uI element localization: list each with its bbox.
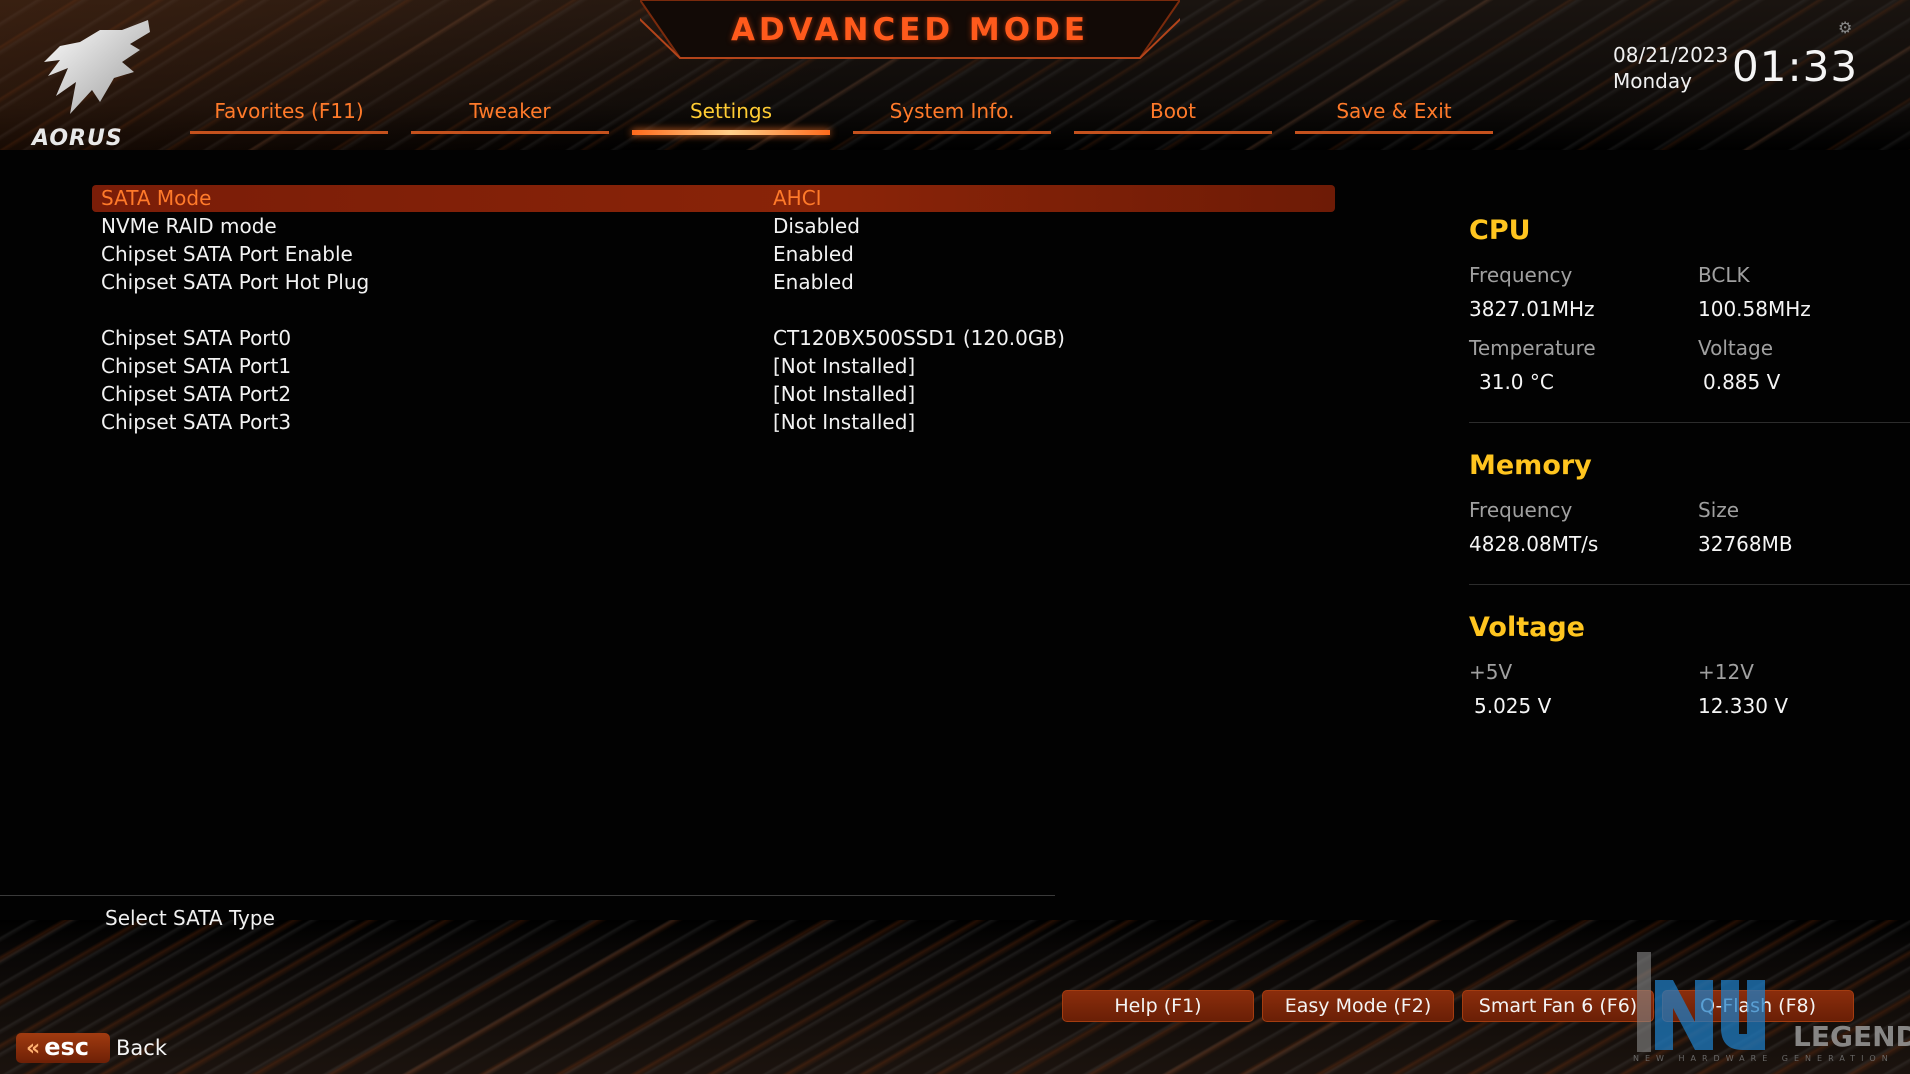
date-text: 08/21/2023 [1613,43,1729,67]
help-divider [0,895,1055,896]
v12-value: 12.330 V [1698,694,1789,718]
setting-value: Disabled [773,214,860,238]
v5-value: 5.025 V [1474,694,1552,718]
tab-underline [411,131,609,134]
cpu-temperature-label: Temperature [1469,336,1596,360]
watermark-text: LEGEND [1793,1020,1910,1053]
tab-favorites[interactable]: Favorites (F11) [190,96,388,136]
tab-label: Save & Exit [1336,99,1452,123]
setting-value: [Not Installed] [773,354,916,378]
tab-label: Favorites (F11) [214,99,364,123]
esc-label: esc [44,1033,90,1061]
setting-label: Chipset SATA Port Enable [101,242,353,266]
setting-sata-port2: Chipset SATA Port2 [Not Installed] [92,381,1335,408]
panel-separator [1469,422,1910,423]
tab-underline [1074,131,1272,134]
eagle-icon [44,20,150,114]
voltage-title: Voltage [1469,612,1585,643]
memory-frequency-label: Frequency [1469,498,1573,522]
cpu-voltage-label: Voltage [1698,336,1774,360]
easy-mode-button[interactable]: Easy Mode (F2) [1262,990,1454,1022]
setting-label: NVMe RAID mode [101,214,277,238]
setting-label: SATA Mode [101,186,212,210]
aorus-logo: AORUS [30,16,160,151]
memory-size-label: Size [1698,498,1740,522]
panel-separator [1469,584,1910,585]
day-text: Monday [1613,69,1692,93]
setting-value: Enabled [773,270,854,294]
cpu-temperature-value: 31.0 °C [1479,370,1554,394]
tab-underline [632,130,830,135]
back-label: Back [116,1036,167,1060]
tab-settings[interactable]: Settings [632,96,830,136]
memory-frequency-value: 4828.08MT/s [1469,532,1599,556]
tab-label: Settings [689,99,773,123]
setting-label: Chipset SATA Port0 [101,326,292,350]
setting-sata-port-enable[interactable]: Chipset SATA Port Enable Enabled [92,241,1335,268]
setting-sata-port-hot-plug[interactable]: Chipset SATA Port Hot Plug Enabled [92,269,1335,296]
setting-value: [Not Installed] [773,382,916,406]
tab-label: Tweaker [469,99,551,123]
smart-fan-button[interactable]: Smart Fan 6 (F6) [1462,990,1654,1022]
title-banner: ADVANCED MODE [640,0,1180,62]
bios-screen: ADVANCED MODE AORUS 08/21/2023 Monday 01… [0,0,1910,1074]
cpu-frequency-value: 3827.01MHz [1469,297,1595,321]
cpu-frequency-label: Frequency [1469,263,1573,287]
setting-sata-mode[interactable]: SATA Mode AHCI [92,185,1335,212]
help-description: Select SATA Type [105,906,275,930]
setting-sata-port3: Chipset SATA Port3 [Not Installed] [92,409,1335,436]
tab-label: Boot [1149,99,1197,123]
gear-icon[interactable]: ⚙ [1838,18,1852,37]
tab-underline [1295,131,1493,134]
cpu-bclk-label: BCLK [1698,263,1750,287]
v12-label: +12V [1698,660,1754,684]
memory-size-value: 32768MB [1698,532,1793,556]
v5-label: +5V [1469,660,1513,684]
setting-sata-port1: Chipset SATA Port1 [Not Installed] [92,353,1335,380]
clock: 01:33 [1732,42,1859,91]
double-chevron-left-icon: « [26,1036,41,1061]
tab-boot[interactable]: Boot [1074,96,1272,136]
cpu-voltage-value: 0.885 V [1703,370,1781,394]
setting-value: Enabled [773,242,854,266]
cpu-title: CPU [1469,215,1531,246]
tab-save-exit[interactable]: Save & Exit [1295,96,1493,136]
setting-value: AHCI [773,186,822,210]
tab-underline [853,131,1051,134]
help-button[interactable]: Help (F1) [1062,990,1254,1022]
date-display: 08/21/2023 Monday [1613,42,1728,94]
setting-label: Chipset SATA Port2 [101,382,292,406]
setting-value: [Not Installed] [773,410,916,434]
watermark-logo: LEGEND NEW HARDWARE GENERATION [1633,950,1910,1074]
tab-system-info[interactable]: System Info. [853,96,1051,136]
memory-title: Memory [1469,450,1592,481]
setting-sata-port0: Chipset SATA Port0 CT120BX500SSD1 (120.0… [92,325,1335,352]
setting-value: CT120BX500SSD1 (120.0GB) [773,326,1065,350]
setting-label: Chipset SATA Port1 [101,354,292,378]
watermark-subtext: NEW HARDWARE GENERATION [1633,1054,1894,1063]
setting-label: Chipset SATA Port3 [101,410,292,434]
cpu-bclk-value: 100.58MHz [1698,297,1811,321]
page-title: ADVANCED MODE [730,12,1090,48]
logo-text: AORUS [32,126,123,151]
esc-button[interactable]: «esc [16,1033,110,1063]
tab-tweaker[interactable]: Tweaker [411,96,609,136]
tab-label: System Info. [889,99,1015,123]
tab-underline [190,131,388,134]
setting-label: Chipset SATA Port Hot Plug [101,270,370,294]
setting-nvme-raid-mode[interactable]: NVMe RAID mode Disabled [92,213,1335,240]
